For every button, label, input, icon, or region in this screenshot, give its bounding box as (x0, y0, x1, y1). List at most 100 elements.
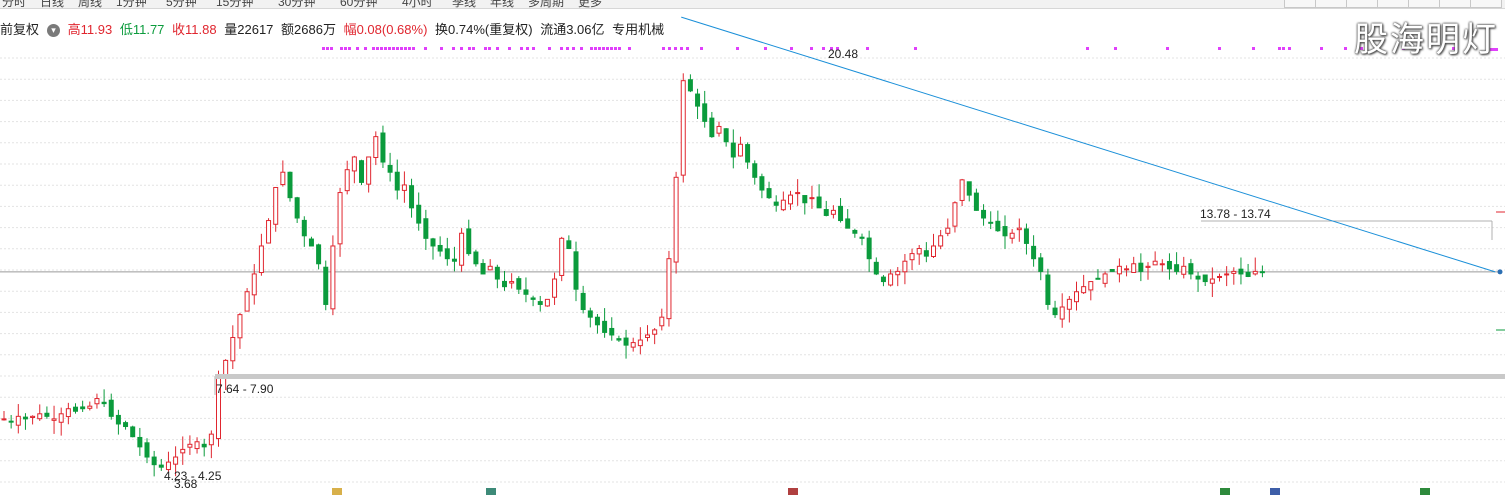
signal-marker (348, 47, 351, 50)
event-tag (332, 488, 342, 495)
candle-body (1231, 270, 1237, 274)
candle-body (380, 132, 386, 163)
candle-body (1023, 228, 1029, 244)
candle-body (802, 195, 808, 204)
candle-body (37, 413, 43, 420)
candle (737, 136, 743, 157)
event-tag (788, 488, 798, 495)
candle-body (287, 171, 293, 199)
signal-marker (866, 47, 869, 50)
candle-body (244, 291, 250, 312)
kline-chart[interactable]: 20.48 3.68 7.64 - 7.90 13.78 - 13.74 4.2… (0, 0, 1505, 495)
candle-body (187, 443, 193, 448)
candle-body (1088, 281, 1094, 291)
candle-body (745, 144, 751, 163)
candle-body (1152, 260, 1158, 266)
candle (459, 228, 465, 272)
candle (1138, 253, 1144, 282)
candle-body (866, 237, 872, 260)
signal-marker (594, 47, 597, 50)
candle-body (695, 93, 701, 107)
candle-body (923, 250, 929, 257)
candle-body (1002, 226, 1008, 237)
candle (187, 435, 193, 455)
candle-body (702, 103, 708, 122)
candle-body (809, 197, 815, 200)
signal-marker (468, 47, 471, 50)
signal-marker (668, 47, 671, 50)
candle-body (430, 238, 436, 247)
signal-marker (344, 47, 347, 50)
candle-body (888, 273, 894, 286)
candle (716, 121, 722, 137)
candle-body (466, 228, 472, 255)
candle-body (981, 209, 987, 219)
candle-body (44, 412, 50, 417)
candle-body (22, 416, 28, 420)
candle-body (151, 456, 157, 466)
signal-marker (330, 47, 333, 50)
candle (230, 325, 236, 370)
candle-body (423, 218, 429, 239)
candle (1095, 269, 1101, 280)
candle (1224, 266, 1230, 287)
candle (637, 327, 643, 355)
candle (1009, 229, 1015, 244)
current-price-dot (1497, 269, 1503, 275)
candle-body (101, 401, 107, 405)
candle-body (344, 169, 350, 192)
candle-body (973, 192, 979, 211)
candle (258, 233, 264, 276)
candle-body (580, 292, 586, 311)
candle (44, 406, 50, 419)
candle (523, 277, 529, 303)
candle-body (552, 278, 558, 298)
candle (666, 250, 672, 327)
candle-body (780, 199, 786, 211)
candle-body (1059, 306, 1065, 320)
candle-body (87, 405, 93, 409)
candle-body (995, 220, 1001, 232)
candle (366, 156, 372, 193)
candle-body (80, 406, 86, 410)
candle-body (1066, 298, 1072, 310)
candle (1031, 235, 1037, 267)
candle (552, 272, 558, 305)
candle-body (473, 251, 479, 265)
candle (73, 403, 78, 414)
candle-body (537, 301, 543, 305)
candle-body (1045, 274, 1051, 305)
candle (966, 181, 972, 202)
candle-body (130, 426, 136, 438)
candle-body (30, 415, 36, 418)
signal-marker (1086, 47, 1089, 50)
candle (988, 211, 994, 230)
candle-body (1259, 271, 1265, 274)
candle-body (1181, 265, 1187, 275)
candle-body (137, 436, 143, 448)
candle-body (966, 181, 972, 196)
candle-body (1095, 277, 1101, 280)
candle-body (230, 337, 236, 362)
candle (401, 171, 407, 203)
candle-body (451, 258, 457, 262)
candle (301, 216, 307, 247)
candle-body (716, 125, 722, 134)
event-tag (486, 488, 496, 495)
signal-markers (322, 47, 1498, 51)
signal-marker (1252, 47, 1255, 50)
signal-marker (790, 47, 793, 50)
candle (1131, 256, 1137, 273)
candle-body (1052, 307, 1058, 316)
candle (544, 298, 550, 307)
signal-marker (1278, 47, 1281, 50)
candle-body (123, 422, 129, 428)
candle (1052, 300, 1058, 318)
candle (909, 248, 915, 271)
candle-body (502, 280, 507, 288)
candle (573, 241, 579, 302)
candle (58, 407, 64, 436)
candle-body (652, 329, 658, 335)
signal-marker (520, 47, 523, 50)
candle (359, 159, 364, 186)
